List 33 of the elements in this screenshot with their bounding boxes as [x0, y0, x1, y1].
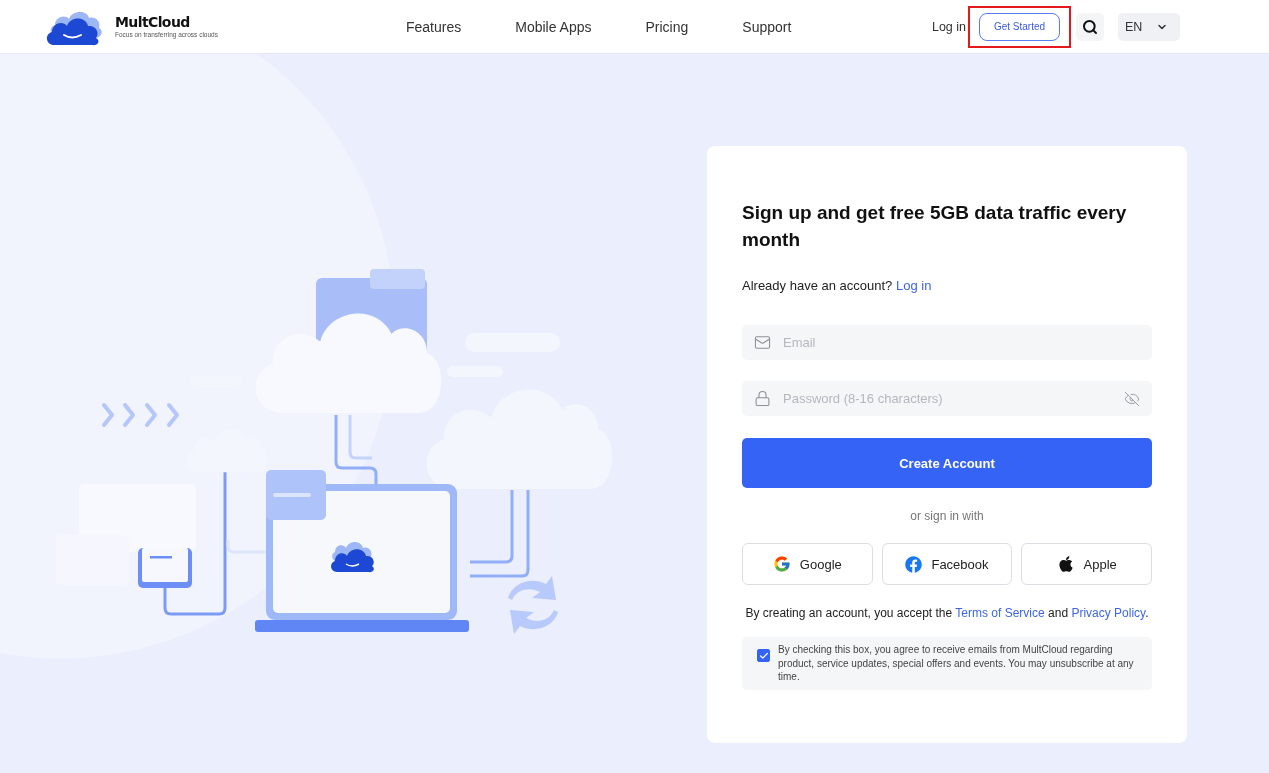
lock-icon: [754, 390, 771, 407]
mail-icon: [754, 334, 771, 351]
google-icon: [772, 555, 791, 573]
create-account-button[interactable]: Create Account: [742, 438, 1152, 488]
consent-checkbox[interactable]: [757, 649, 770, 662]
facebook-icon: [905, 555, 923, 573]
nav-link[interactable]: Mobile Apps: [515, 18, 592, 35]
search-button[interactable]: [1076, 12, 1104, 41]
consent-text: By checking this box, you agree to receive emails from MultCloud regarding product, service updates, special offers and events. You may unsubscribe at any time.: [778, 643, 1135, 684]
nav-link[interactable]: Features: [405, 18, 462, 35]
signup-title: Sign up and get free 5GB data traffic every month: [742, 201, 1128, 252]
search-icon: [1082, 18, 1098, 35]
nav-link[interactable]: Pricing: [645, 18, 689, 35]
eye-off-icon[interactable]: [1124, 390, 1140, 407]
social-signin-button[interactable]: Google: [742, 543, 873, 585]
get-started-button[interactable]: Get Started: [979, 12, 1060, 41]
check-icon: [758, 650, 769, 661]
terms-text: By creating an account, you accept the Terms of Service and Privacy Policy.: [744, 605, 1150, 621]
nav-link[interactable]: Support: [742, 18, 792, 35]
terms-link[interactable]: Terms of Service: [955, 606, 1045, 620]
account-prompt: Already have an account? Log in: [742, 277, 933, 295]
login-link[interactable]: Log in: [895, 278, 932, 293]
login-link[interactable]: Log in: [931, 19, 966, 34]
password-field[interactable]: Password (8-16 characters): [742, 381, 1152, 416]
brand-name: MultCloud: [115, 14, 191, 30]
email-input[interactable]: Email: [783, 335, 1140, 350]
social-signin-button[interactable]: Apple: [1021, 543, 1152, 585]
apple-icon: [1056, 555, 1075, 573]
language-select[interactable]: EN: [1118, 12, 1180, 41]
email-field[interactable]: Email: [742, 325, 1152, 360]
social-signin-button[interactable]: Facebook: [881, 543, 1013, 585]
divider-text: or sign in with: [909, 508, 985, 524]
password-input[interactable]: Password (8-16 characters): [783, 391, 1112, 406]
